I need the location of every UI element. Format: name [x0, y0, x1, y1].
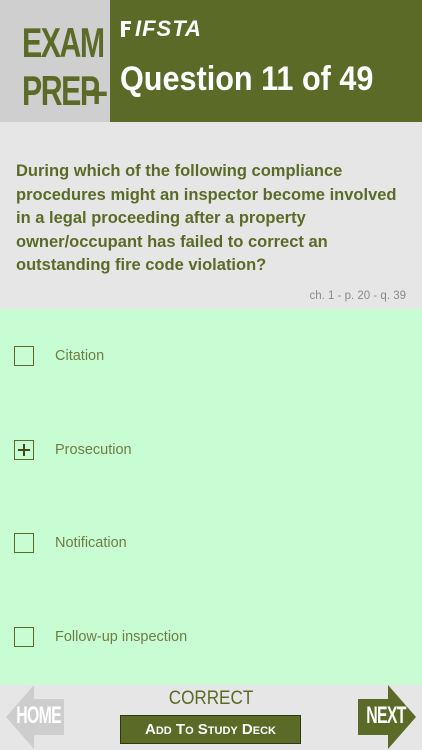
answer-checkbox[interactable]: [14, 346, 34, 366]
next-label: NEXT: [366, 702, 406, 729]
answer-option-1[interactable]: Citation: [14, 344, 104, 368]
plus-icon: [18, 444, 30, 456]
logo-exam-text: EXAM: [22, 19, 105, 66]
next-button[interactable]: NEXT: [356, 685, 416, 749]
answer-checkbox-checked[interactable]: [14, 440, 34, 460]
logo-plus-icon: +: [85, 72, 109, 116]
answer-option-2[interactable]: Prosecution: [14, 438, 132, 462]
answer-checkbox[interactable]: [14, 627, 34, 647]
answer-label: Prosecution: [55, 442, 132, 458]
answer-label: Notification: [55, 535, 127, 551]
answer-label: Follow-up inspection: [55, 629, 188, 645]
ifsta-brand: IFSTA: [119, 18, 202, 40]
answer-option-3[interactable]: Notification: [14, 531, 127, 555]
page-title: Question 11 of 49: [120, 60, 374, 98]
title-bar: IFSTA Question 11 of 49: [110, 0, 422, 122]
answer-option-4[interactable]: Follow-up inspection: [14, 625, 187, 649]
answer-label: Citation: [55, 348, 105, 364]
question-text: During which of the following compliance…: [16, 162, 397, 274]
answer-status: CORRECT: [168, 688, 254, 709]
app-header: EXAM PREP + IFSTA Question 11 of 49: [0, 0, 422, 122]
answer-checkbox[interactable]: [14, 533, 34, 553]
exam-prep-logo: EXAM PREP +: [0, 0, 110, 122]
add-to-study-deck-button[interactable]: Add To Study Deck: [120, 715, 301, 744]
question-reference: ch. 1 - p. 20 - q. 39: [309, 290, 406, 302]
footer-bar: HOME CORRECT Add To Study Deck NEXT: [0, 685, 422, 750]
brand-label: IFSTA: [135, 16, 202, 41]
ifsta-flame-icon: [121, 21, 131, 37]
answer-list: Citation Prosecution Notification Follow…: [0, 309, 422, 685]
